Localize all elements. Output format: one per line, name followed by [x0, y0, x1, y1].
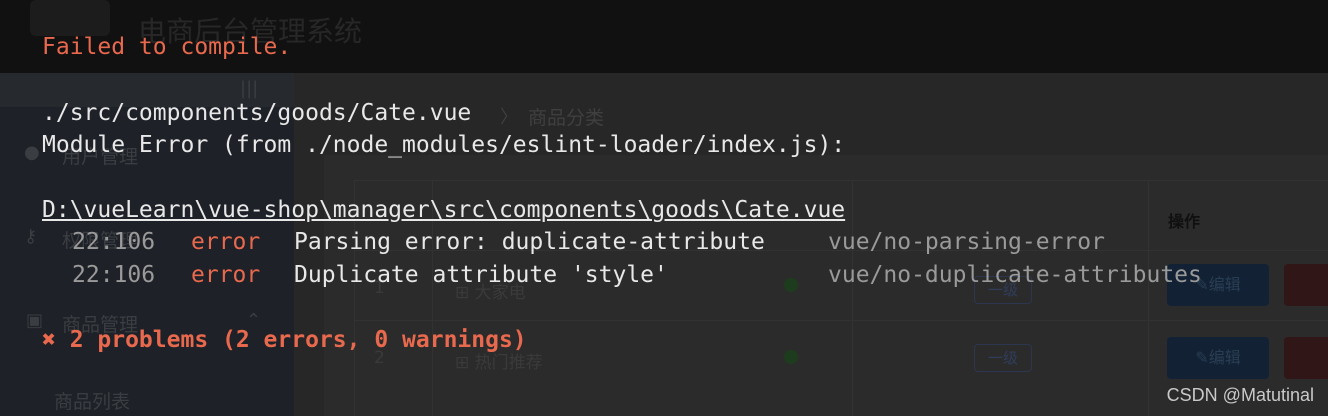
problem-message: Parsing error: duplicate-attribute: [294, 229, 765, 255]
problem-severity: error: [191, 229, 261, 255]
module-error: Module Error (from ./node_modules/eslint…: [42, 132, 846, 158]
problem-message: Duplicate attribute 'style': [294, 262, 668, 288]
error-heading: Failed to compile.: [42, 34, 292, 60]
error-file: ./src/components/goods/Cate.vue: [42, 100, 472, 126]
problem-location: 22:106: [72, 262, 156, 288]
problem-rule: vue/no-duplicate-attributes: [828, 262, 1202, 288]
error-overlay: Failed to compile. ./src/components/good…: [0, 0, 1328, 416]
problems-summary: ✖ 2 problems (2 errors, 0 warnings): [42, 327, 527, 353]
problem-severity: error: [191, 262, 261, 288]
error-file-path-link[interactable]: D:\vueLearn\vue-shop\manager\src\compone…: [42, 194, 845, 227]
watermark: CSDN @Matutinal: [1166, 385, 1314, 405]
problem-rule: vue/no-parsing-error: [828, 229, 1105, 255]
problem-location: 22:106: [72, 229, 156, 255]
